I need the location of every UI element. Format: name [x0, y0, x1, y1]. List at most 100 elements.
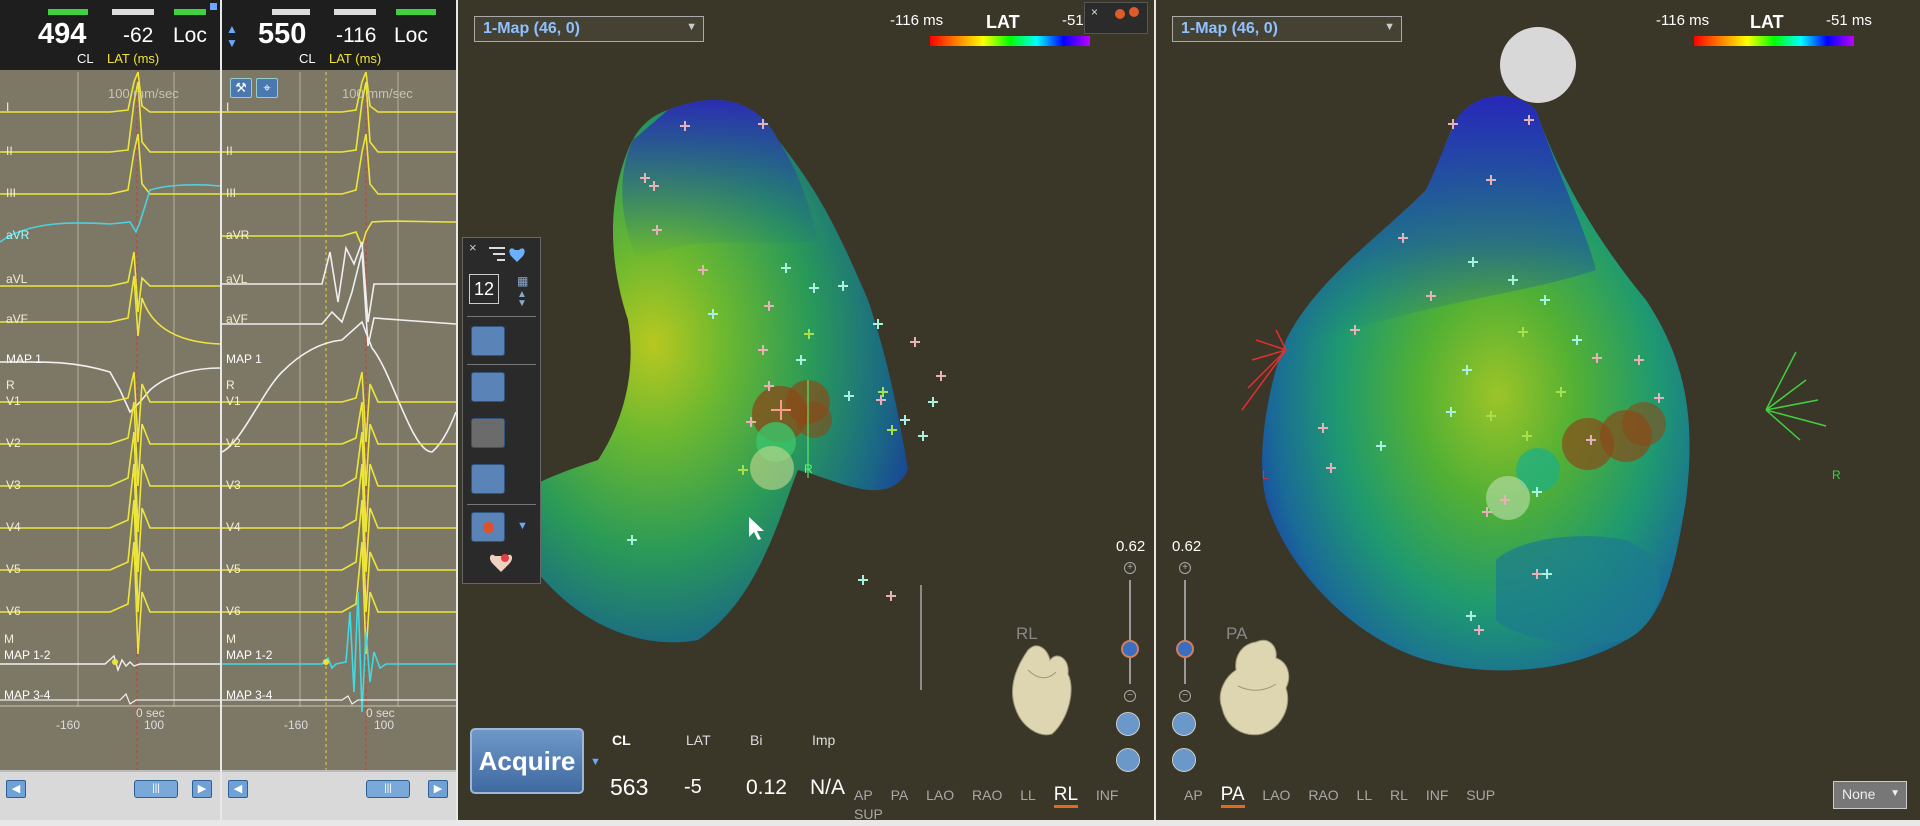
ecg-traces-2: 100 mm/sec I II III aVR aVL aVF MAP 1 R … [222, 72, 456, 770]
tag-tool-button[interactable] [471, 464, 505, 494]
ecg-scrollbar-1: ◀ ||| ▶ [0, 770, 220, 820]
ecg-header-1: 494 -62 Loc CL LAT (ms) [0, 0, 220, 70]
signal-indicator [272, 9, 310, 15]
lead-label-v2: V2 [226, 436, 241, 450]
heart-tag-icon[interactable] [487, 550, 517, 578]
overlay-select-dropdown[interactable]: None ▼ [1833, 781, 1907, 809]
map-axis-label: R [804, 462, 813, 476]
view-inf[interactable]: INF [1426, 787, 1449, 803]
map-view-rl[interactable]: 1-Map (46, 0) ▼ -116 ms LAT -51 × R 0.62… [458, 0, 1154, 820]
heart-filter-icon[interactable] [487, 244, 527, 266]
close-icon[interactable]: × [469, 240, 477, 255]
scroll-left-button[interactable]: ◀ [6, 780, 26, 798]
view-sup[interactable]: SUP [1466, 787, 1495, 803]
loc-label[interactable]: Loc [394, 24, 428, 48]
imp-info-value: N/A [810, 776, 846, 799]
lead-label-v2: V2 [6, 436, 21, 450]
view-ll[interactable]: LL [1020, 787, 1036, 803]
lead-label-map12: MAP 1-2 [4, 648, 51, 662]
ecg-trace-canvas [0, 72, 220, 770]
ecg-panel-1: 494 -62 Loc CL LAT (ms) 100 mm/sec I II … [0, 0, 220, 820]
lead-label-ii: II [226, 144, 233, 158]
lead-label-i: I [226, 100, 230, 114]
map-tool-strip: × 12 ▦ ▲ ▼ ▼ [462, 237, 541, 584]
zoom-out-icon[interactable]: − [1124, 690, 1136, 702]
cl-value: 550 [258, 18, 307, 50]
view-inf[interactable]: INF [1096, 787, 1119, 803]
zoom-slider-track[interactable] [1184, 580, 1186, 684]
heart-view-icon[interactable] [1172, 712, 1196, 736]
cl-info-label: CL [612, 732, 631, 748]
zoom-out-icon[interactable]: − [1179, 690, 1191, 702]
divider [467, 364, 536, 365]
chevron-down-icon[interactable]: ▼ [590, 756, 601, 768]
scroll-left-button[interactable]: ◀ [228, 780, 248, 798]
view-ll[interactable]: LL [1357, 787, 1373, 803]
lead-label-iii: III [6, 186, 17, 200]
sweep-speed: 100 mm/sec [108, 86, 179, 101]
carto-workspace: 494 -62 Loc CL LAT (ms) 100 mm/sec I II … [0, 0, 1920, 826]
rotate-icon[interactable] [1116, 748, 1140, 772]
point-count-box[interactable]: 12 [469, 274, 499, 304]
lead-label-v5: V5 [226, 562, 241, 576]
zoom-in-icon[interactable]: + [1124, 562, 1136, 574]
lead-label-v6: V6 [6, 604, 21, 618]
view-rao[interactable]: RAO [972, 787, 1002, 803]
view-lao[interactable]: LAO [1262, 787, 1290, 803]
lead-label-m: M [226, 632, 236, 646]
lead-label-m: M [4, 632, 14, 646]
loc-label[interactable]: Loc [173, 24, 207, 48]
cut-tool-button[interactable] [471, 418, 505, 448]
catheter-tool-button[interactable] [471, 372, 505, 402]
bi-info-label: Bi [750, 732, 763, 748]
cl-label: CL [299, 51, 316, 66]
stepper-icon[interactable]: ▲ ▼ [226, 22, 238, 50]
map-axis-label-left: L [1262, 468, 1269, 482]
scroll-right-button[interactable]: ▶ [428, 780, 448, 798]
view-preset-bar: AP PA LAO RAO LL RL INF SUP [1184, 784, 1509, 808]
scroll-thumb[interactable]: ||| [134, 780, 178, 798]
zoom-slider-handle[interactable] [1121, 640, 1139, 658]
lead-label-avl: aVL [6, 272, 28, 286]
zoom-in-icon[interactable]: + [1179, 562, 1191, 574]
chevron-down-icon[interactable]: ▼ [517, 520, 528, 532]
view-ap[interactable]: AP [1184, 787, 1203, 803]
lead-label-map34: MAP 3-4 [4, 688, 51, 702]
map-axis-label: R [1832, 468, 1841, 482]
map-view-pa[interactable]: 1-Map (46, 0) ▼ -116 ms LAT -51 ms L R 0… [1156, 0, 1920, 820]
scroll-thumb[interactable]: ||| [366, 780, 410, 798]
lead-label-map1: MAP 1 [6, 352, 42, 366]
lead-label-v4: V4 [226, 520, 241, 534]
view-ap[interactable]: AP [854, 787, 873, 803]
view-pa[interactable]: PA [1220, 784, 1245, 808]
acquire-button[interactable]: Acquire [470, 728, 584, 794]
divider [467, 316, 536, 317]
view-rao[interactable]: RAO [1308, 787, 1338, 803]
lead-label-map12: MAP 1-2 [226, 648, 273, 662]
lead-label-v4: V4 [6, 520, 21, 534]
lead-label-v6: V6 [226, 604, 241, 618]
stepper-icon[interactable]: ▲ ▼ [517, 290, 527, 309]
view-pa[interactable]: PA [891, 787, 909, 803]
view-rl[interactable]: RL [1053, 784, 1079, 808]
lat-value: -62 [123, 24, 154, 47]
view-lao[interactable]: LAO [926, 787, 954, 803]
rotate-icon[interactable] [1172, 748, 1196, 772]
view-preset-bar: AP PA LAO RAO LL RL INF SUP [854, 784, 1154, 820]
map-grid-button[interactable] [471, 326, 505, 356]
record-point-button[interactable] [471, 512, 505, 542]
view-rl[interactable]: RL [1390, 787, 1408, 803]
zoom-slider-handle[interactable] [1176, 640, 1194, 658]
lead-label-r: R [6, 378, 15, 392]
tick-left: -160 [284, 718, 309, 732]
signal-indicator [396, 9, 436, 15]
heart-view-icon[interactable] [1116, 712, 1140, 736]
cl-info-value: 563 [610, 774, 649, 800]
zoom-slider-track[interactable] [1129, 580, 1131, 684]
view-sup[interactable]: SUP [854, 806, 883, 820]
scroll-right-button[interactable]: ▶ [192, 780, 212, 798]
ecg-panel-2: ▲ ▼ 550 -116 Loc CL LAT (ms) ⚒ ⌖ 100 mm/… [222, 0, 456, 820]
grid-icon[interactable]: ▦ [517, 274, 528, 288]
lead-label-avf: aVF [6, 312, 29, 326]
corner-marker [210, 3, 217, 10]
